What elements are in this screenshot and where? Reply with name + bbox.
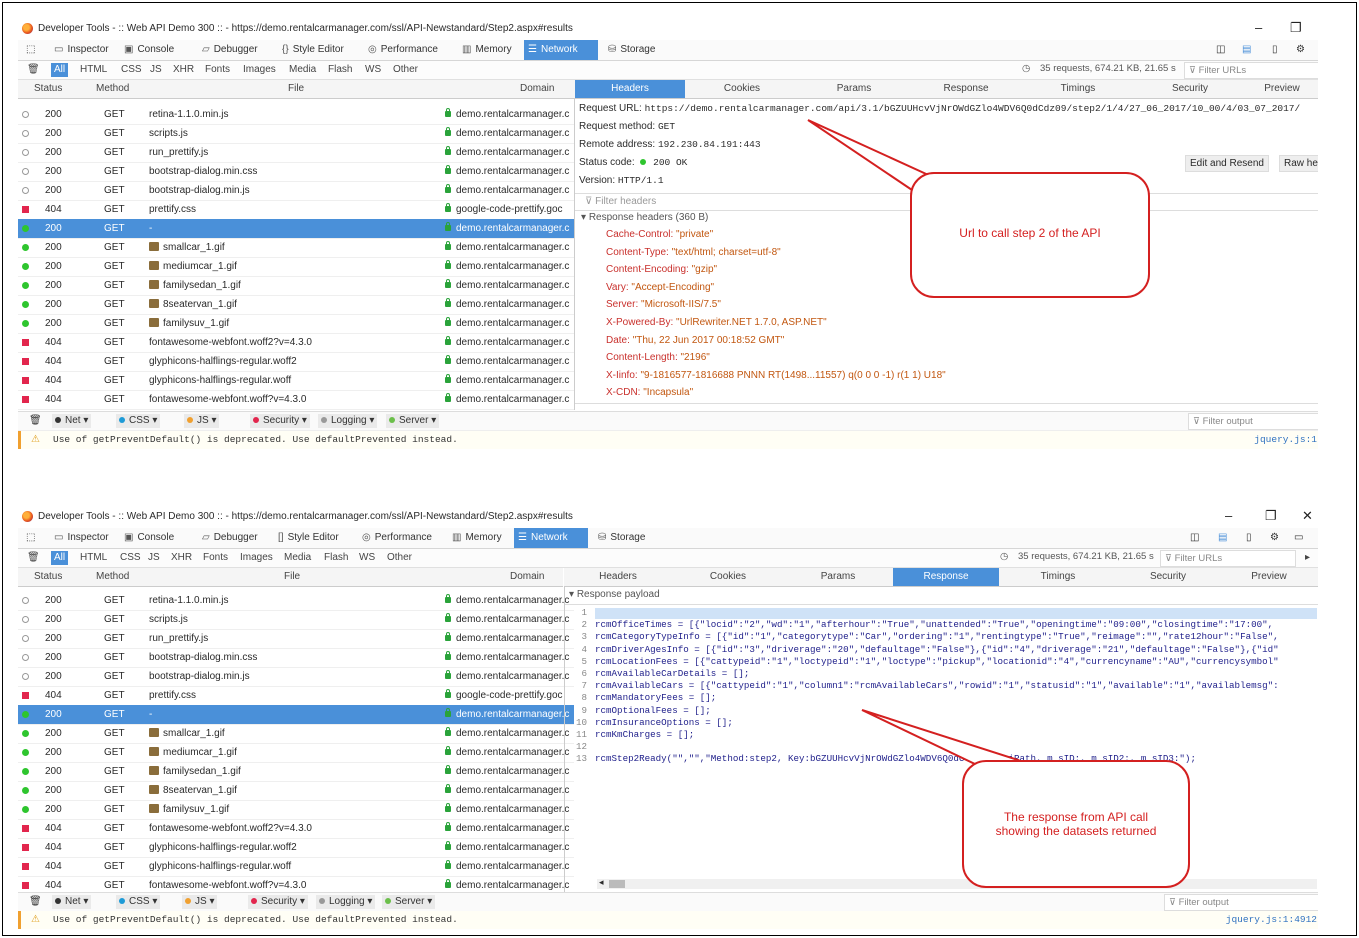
annotation-text-top: Url to call step 2 of the API — [959, 226, 1101, 240]
annotation-callout-top: Url to call step 2 of the API — [910, 172, 1150, 298]
annotation-text-bottom-1: The response from API call — [1003, 810, 1149, 824]
annotation-text-bottom-2: showing the datasets returned — [995, 824, 1157, 838]
annotation-callout-bottom: The response from API call showing the d… — [962, 760, 1190, 888]
